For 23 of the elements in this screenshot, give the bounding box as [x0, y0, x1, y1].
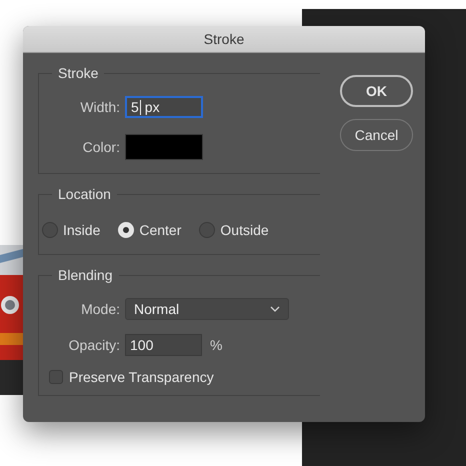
dialog-button[interactable]: OK	[340, 75, 413, 107]
radio-label[interactable]: Center	[139, 222, 182, 238]
field-label: Color:	[82, 139, 121, 155]
radio-label[interactable]: Outside	[220, 222, 269, 238]
field-label: Opacity:	[68, 337, 121, 353]
radio-label[interactable]: Inside	[63, 222, 100, 238]
dialog-button[interactable]: Cancel	[340, 119, 413, 151]
group-title: Blending	[57, 267, 114, 283]
group-title: Stroke	[57, 65, 100, 81]
color-swatch[interactable]	[125, 134, 203, 160]
checkbox-label[interactable]: Preserve Transparency	[69, 369, 214, 385]
field-label: Mode:	[80, 301, 121, 317]
mode-dropdown[interactable]: Normal	[125, 298, 289, 320]
width-field[interactable]: 5 px	[125, 96, 203, 118]
field-label: Width:	[79, 99, 121, 115]
checkbox[interactable]	[49, 370, 63, 384]
window-title: Stroke	[204, 31, 244, 47]
unit-label: %	[210, 337, 222, 353]
opacity-field[interactable]: 100	[125, 334, 202, 356]
chevron-icon	[270, 306, 280, 312]
radio-button[interactable]	[42, 222, 58, 238]
group-title: Location	[57, 186, 112, 202]
radio-button[interactable]	[199, 222, 216, 238]
